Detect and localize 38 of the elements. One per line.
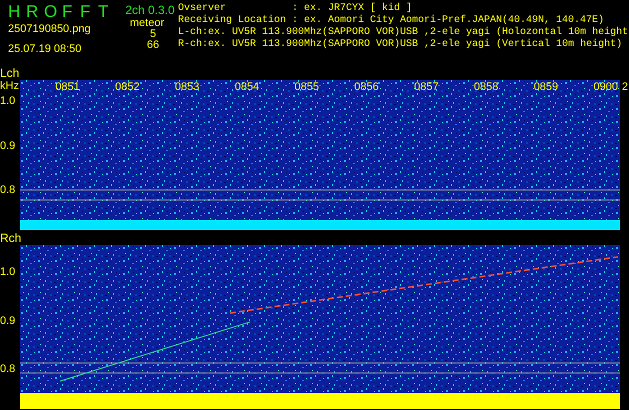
channel-label: Rch — [0, 231, 22, 245]
filename: 2507190850.png — [8, 23, 92, 35]
time-label: 0858 — [472, 81, 498, 93]
time-label: 0853 — [174, 81, 200, 93]
version-label: 2ch 0.3.0 — [125, 3, 175, 17]
info-value: : ex. Aomori City Aomori-Pref.JAPAN(40.49N, 140.47E) — [292, 15, 604, 26]
time-label: 0859 — [532, 81, 558, 93]
unit-label: kHz — [0, 80, 19, 92]
info-value: : ex. JR7CYX [ kid ] — [292, 3, 412, 14]
time-label: 0852 — [114, 81, 140, 93]
info-label: Receiving Location — [178, 15, 288, 26]
app-title-letter: R — [26, 3, 36, 21]
app-title-letter: F — [62, 3, 72, 21]
info-label: Ovserver — [178, 3, 228, 14]
meteor-count: 66 — [146, 40, 160, 51]
axis-tick-label: 1.0 — [0, 95, 16, 107]
app-title-letter: F — [80, 3, 90, 21]
axis-tick-label: 1.0 — [0, 266, 16, 278]
time-label: 0857 — [413, 81, 439, 93]
axis-tick-label: 0.9 — [0, 314, 16, 326]
time-label: 0851 — [54, 81, 80, 93]
axis-tick-label: 0.8 — [0, 363, 16, 375]
channel-info: R-ch:ex. UV5R 113.900Mhz(SAPPORO VOR)USB ,2-ele yagi (Vertical 10m height) — [178, 39, 624, 51]
time-label: 0854 — [234, 81, 260, 93]
axis-tick-label: 0.8 — [0, 184, 16, 196]
app-title-letter: T — [98, 3, 108, 21]
time-label: 0900 — [592, 81, 618, 93]
time-label: 2 — [620, 81, 628, 93]
app-title-letter: H — [8, 3, 18, 21]
datetime: 25.07.19 08:50 — [8, 43, 82, 55]
axis-tick-label: 0.9 — [0, 140, 16, 152]
channel-label: Lch — [0, 66, 20, 80]
time-label: 0856 — [353, 81, 379, 93]
channel-info: L-ch:ex. UV5R 113.900Mhz(SAPPORO VOR)USB ,2-ele yagi (Holozontal 10m height — [178, 27, 628, 38]
time-label: 0855 — [294, 81, 319, 93]
meteor-label: meteor — [130, 17, 164, 29]
app-title-letter: O — [44, 3, 54, 21]
meteor-count: 5 — [150, 29, 156, 40]
